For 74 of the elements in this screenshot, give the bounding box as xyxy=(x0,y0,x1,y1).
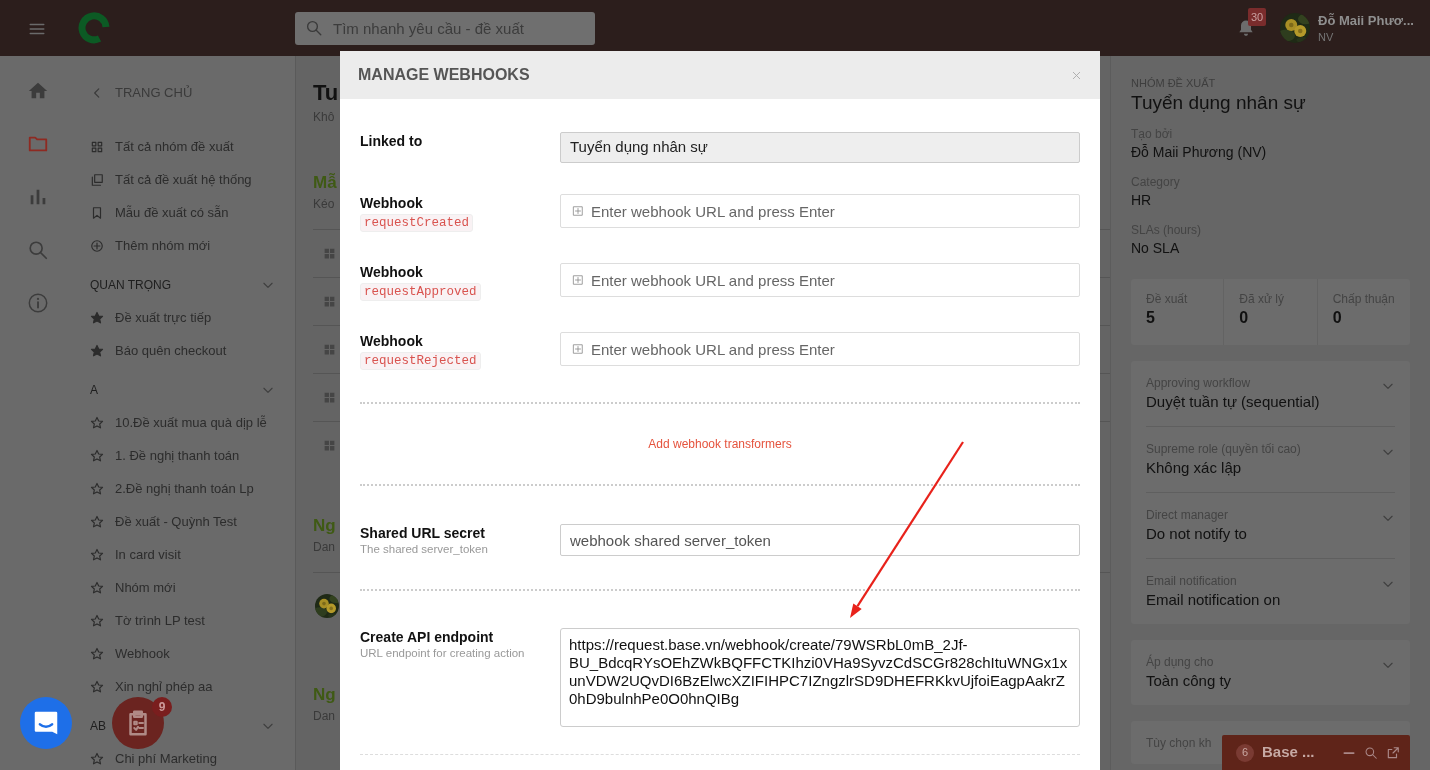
user-name: Đỗ Maii Phươ... xyxy=(1318,12,1415,30)
drag-handle-icon[interactable] xyxy=(323,439,336,452)
sidebar-link[interactable]: Mẫu đề xuất có sẵn xyxy=(115,202,229,223)
drag-handle-icon[interactable] xyxy=(323,391,336,404)
sidebar-item[interactable]: Webhook xyxy=(115,643,170,664)
drag-handle-icon[interactable] xyxy=(323,295,336,308)
setting-value: Email notification on xyxy=(1146,591,1281,608)
info-icon[interactable] xyxy=(26,292,49,314)
chat-title: Base ... xyxy=(1262,742,1315,763)
webhook-url-field[interactable]: Enter webhook URL and press Enter xyxy=(560,263,1080,297)
plus-circle-icon xyxy=(90,238,104,253)
setting-value: Do not notify to xyxy=(1146,525,1247,542)
bookmark-icon xyxy=(90,205,104,220)
setting-value: Duyệt tuần tự (sequential) xyxy=(1146,393,1320,410)
user-role: NV xyxy=(1318,30,1335,44)
sidebar-item[interactable]: 10.Đề xuất mua quà dịp lễ xyxy=(115,412,267,433)
group-heading: Ng xyxy=(313,685,336,704)
field-label: Webhook xyxy=(360,264,423,280)
field-label: Webhook xyxy=(360,195,423,211)
external-link-icon[interactable] xyxy=(1386,745,1400,760)
notification-count: 30 xyxy=(1248,7,1267,27)
drag-handle-icon[interactable] xyxy=(323,343,336,356)
sidebar-link[interactable]: Tất cả nhóm đề xuất xyxy=(115,136,234,157)
field-label: Shared URL secret xyxy=(360,525,485,541)
sidebar-item[interactable]: Báo quên checkout xyxy=(115,340,227,361)
field-value: HR xyxy=(1131,192,1152,208)
event-code: requestApproved xyxy=(360,283,481,301)
grid-icon xyxy=(90,139,104,154)
panel-title: Tuyển dụng nhân sự xyxy=(1131,91,1307,115)
linked-to-field[interactable]: Tuyển dụng nhân sự xyxy=(560,132,1080,163)
search-icon[interactable] xyxy=(26,239,49,261)
section-title[interactable]: AB xyxy=(90,716,106,735)
copies-icon xyxy=(90,172,104,187)
field-hint: The shared server_token xyxy=(360,543,488,555)
event-code: requestCreated xyxy=(360,214,474,232)
sidebar-item[interactable]: 1. Đề nghị thanh toán xyxy=(115,445,240,466)
secret-field[interactable]: webhook shared server_token xyxy=(560,524,1080,556)
sidebar-link[interactable]: Tất cả đề xuất hệ thống xyxy=(115,169,252,190)
group-heading: Ng xyxy=(313,516,336,535)
close-icon xyxy=(1071,69,1082,81)
close-button[interactable] xyxy=(1071,69,1082,81)
sidebar-item[interactable]: Tờ trình LP test xyxy=(115,610,205,631)
stat-value: 0 xyxy=(1332,309,1342,326)
sidebar-link[interactable]: Thêm nhóm mới xyxy=(115,235,211,256)
drag-handle-icon[interactable] xyxy=(323,247,336,260)
section-title[interactable]: A xyxy=(90,380,98,399)
field-label: Webhook xyxy=(360,333,423,349)
group-heading: Mẫ xyxy=(313,173,337,192)
webhook-url-field[interactable]: Enter webhook URL and press Enter xyxy=(560,194,1080,228)
sidebar-item[interactable]: In card visit xyxy=(115,544,181,565)
setting-value: Không xác lập xyxy=(1146,459,1242,476)
search-icon[interactable] xyxy=(1364,745,1378,760)
event-code: requestRejected xyxy=(360,352,481,370)
add-transformers-link[interactable]: Add webhook transformers xyxy=(648,435,792,453)
stat-value: 0 xyxy=(1239,309,1249,326)
chat-count: 6 xyxy=(1236,743,1254,762)
modal-title: MANAGE WEBHOOKS xyxy=(358,65,530,85)
section-title[interactable]: QUAN TRỌNG xyxy=(90,275,172,294)
stat-value: 5 xyxy=(1146,309,1155,326)
sidebar-item[interactable]: Nhóm mới xyxy=(115,577,176,598)
sidebar-item[interactable]: Đề xuất trực tiếp xyxy=(115,307,212,328)
sidebar-item[interactable]: Đề xuất - Quỳnh Test xyxy=(115,511,237,532)
field-hint: URL endpoint for creating action xyxy=(360,647,525,659)
webhook-url-field[interactable]: Enter webhook URL and press Enter xyxy=(560,332,1080,366)
field-label: Create API endpoint xyxy=(360,629,494,645)
field-label: Linked to xyxy=(360,132,424,150)
sidebar-item[interactable]: Chi phí Marketing xyxy=(115,748,217,769)
chat-bar[interactable]: 6 Base ... xyxy=(1222,735,1410,770)
sidebar-item[interactable]: 2.Đề nghị thanh toán Lp xyxy=(115,478,254,499)
field-value: No SLA xyxy=(1131,240,1180,256)
sidebar-item[interactable]: Xin nghỉ phép aa xyxy=(115,676,213,697)
setting-value: Toàn công ty xyxy=(1146,672,1232,689)
endpoint-field[interactable]: https://request.base.vn/webhook/create/79WSRbL0mB_2Jf-BU_BdcqRYsOEhZWkBQFFCTKIhzi0VHa9SyvzCdSCGr828chItuWNGx1xunVDW2UQvDI6BzElwcXZIFIHPC7IZngzlrSD9DHEFRKkvUjfoiEagpAakrZ0hD9bulnhPe0O0hnQIBg xyxy=(560,628,1080,727)
page-title: Tu xyxy=(313,80,339,105)
